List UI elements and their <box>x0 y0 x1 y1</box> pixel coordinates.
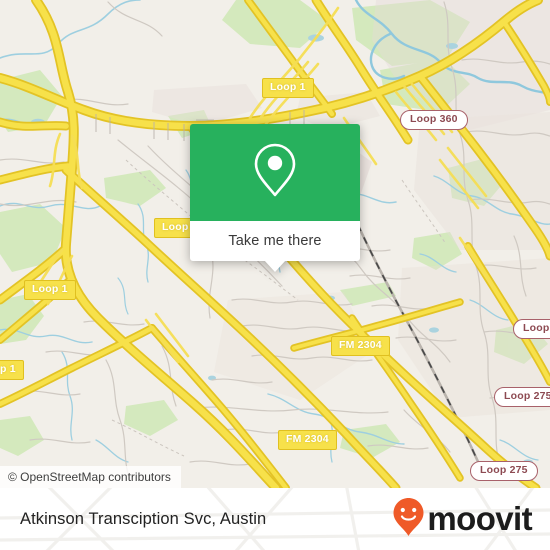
footer-bar: Atkinson Transciption Svc, Austin moovit <box>0 488 550 550</box>
place-popup[interactable]: Take me there <box>190 124 360 272</box>
map-screenshot: Loop 1 Loop 360 Loop 1 Loop 1 p 1 FM 230… <box>0 0 550 550</box>
popup-header <box>190 124 360 221</box>
moovit-wordmark: moovit <box>427 500 532 537</box>
shield-loop-360[interactable]: Loop 360 <box>400 110 468 130</box>
shield-fm-2304-lower[interactable]: FM 2304 <box>278 430 337 450</box>
map-pin-icon <box>252 142 298 203</box>
attribution-text: © OpenStreetMap contributors <box>8 470 171 484</box>
moovit-logo[interactable]: moovit <box>392 497 533 542</box>
shield-loop-275-upper[interactable]: Loop 275 <box>494 387 550 407</box>
shield-loop-1-edge[interactable]: p 1 <box>0 360 24 380</box>
popup-tail <box>264 260 286 272</box>
shield-fm-2304-upper[interactable]: FM 2304 <box>331 336 390 356</box>
shield-loop-1-top[interactable]: Loop 1 <box>262 78 314 98</box>
shield-loop-right-edge[interactable]: Loop <box>513 319 550 339</box>
popup-action[interactable]: Take me there <box>190 221 360 261</box>
map-canvas[interactable]: Loop 1 Loop 360 Loop 1 Loop 1 p 1 FM 230… <box>0 0 550 488</box>
popup-action-label: Take me there <box>228 233 322 249</box>
place-title: Atkinson Transciption Svc, Austin <box>20 509 267 528</box>
moovit-pin-smiley-icon <box>392 497 425 542</box>
map-attribution[interactable]: © OpenStreetMap contributors <box>0 466 181 488</box>
shield-loop-1-left[interactable]: Loop 1 <box>24 280 76 300</box>
shield-loop-275-lower[interactable]: Loop 275 <box>470 461 538 481</box>
